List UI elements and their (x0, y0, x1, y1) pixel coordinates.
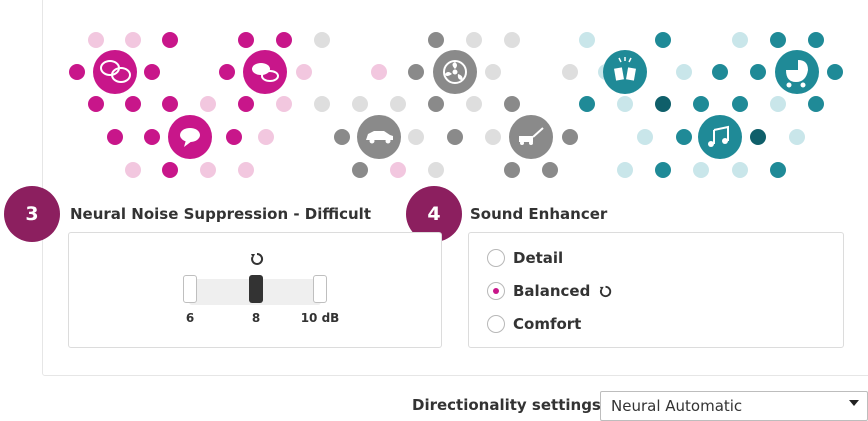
option-label: Comfort (513, 315, 582, 333)
directionality-value: Neural Automatic (611, 397, 743, 415)
radio-comfort[interactable] (487, 315, 505, 333)
step-badge-3: 3 (4, 186, 60, 242)
directionality-label: Directionality settings (412, 396, 601, 414)
toast-glasses-icon (603, 50, 647, 94)
chevron-down-icon[interactable] (849, 400, 859, 406)
chat-bubbles-icon (243, 50, 287, 94)
reset-icon[interactable] (249, 251, 265, 267)
reset-icon[interactable] (598, 284, 613, 299)
radio-balanced[interactable] (487, 282, 505, 300)
sound-enhancer-box: Detail Balanced Comfort (468, 232, 844, 348)
option-label: Detail (513, 249, 564, 267)
car-icon (357, 115, 401, 159)
tick-label-max: 10 dB (300, 311, 340, 325)
radio-detail[interactable] (487, 249, 505, 267)
noise-suppression-title: Neural Noise Suppression - Difficult (70, 205, 371, 223)
tick-label-mid: 8 (251, 311, 261, 325)
option-comfort[interactable]: Comfort (487, 315, 581, 333)
slider-stop-min[interactable] (183, 275, 197, 303)
music-note-icon (698, 115, 742, 159)
option-detail[interactable]: Detail (487, 249, 563, 267)
slider-stop-max[interactable] (313, 275, 327, 303)
option-balanced[interactable]: Balanced (487, 282, 613, 300)
speech-bubble-icon (168, 115, 212, 159)
noise-slider-thumb[interactable] (249, 275, 263, 303)
sound-enhancer-title: Sound Enhancer (470, 205, 608, 223)
directionality-select[interactable]: Neural Automatic (600, 391, 868, 421)
crowd-speech-icon (93, 50, 137, 94)
environment-dots-panel (69, 32, 843, 178)
fan-icon (433, 50, 477, 94)
stroller-icon (775, 50, 819, 94)
tick-label-min: 6 (185, 311, 195, 325)
lawnmower-icon (509, 115, 553, 159)
noise-suppression-box: 6 8 10 dB (68, 232, 442, 348)
option-label: Balanced (513, 282, 591, 300)
